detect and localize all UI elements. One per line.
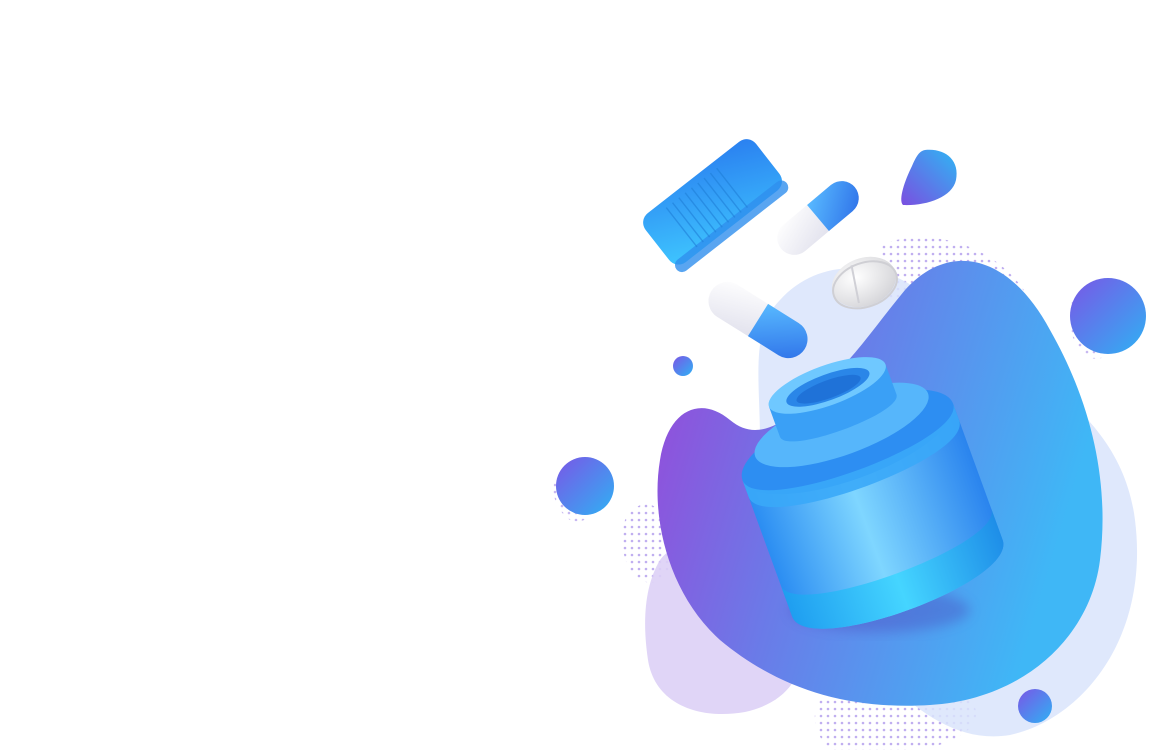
droplet-shape bbox=[901, 149, 957, 206]
hero-illustration bbox=[0, 0, 1150, 750]
medicine-illustration bbox=[553, 139, 1146, 750]
bottle-cap-icon bbox=[643, 139, 789, 273]
